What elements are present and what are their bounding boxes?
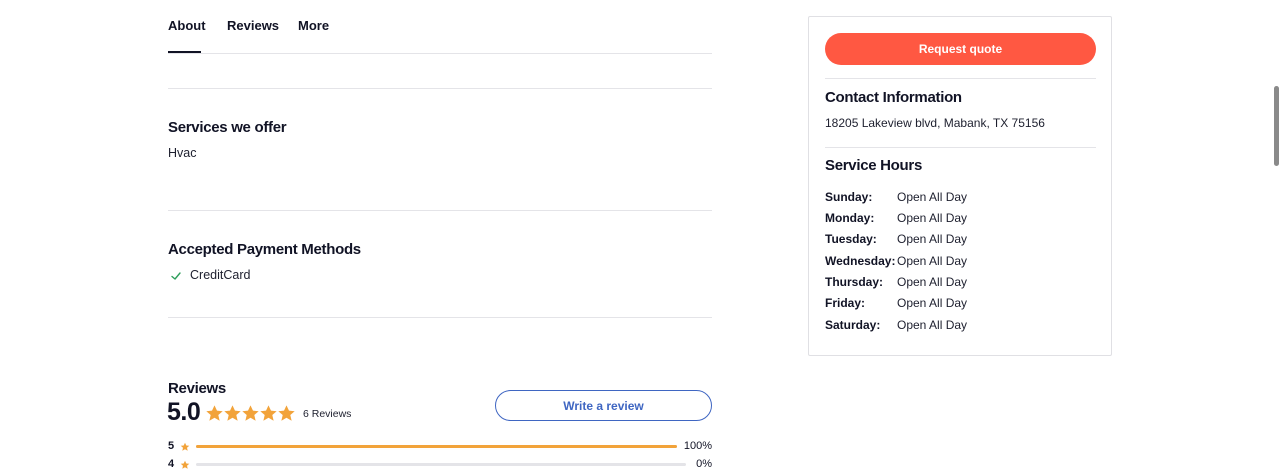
hours-day: Saturday: (825, 318, 881, 332)
distribution-star-label: 5 (168, 440, 175, 452)
services-title: Services we offer (168, 119, 287, 136)
star-icon (260, 405, 277, 421)
distribution-bar-fill (196, 445, 677, 448)
tab-more[interactable]: More (298, 18, 329, 33)
hours-row: Monday: Open All Day (825, 211, 1085, 227)
hours-value: Open All Day (897, 254, 968, 268)
distribution-bar (196, 445, 677, 448)
hours-row: Saturday: Open All Day (825, 318, 1085, 334)
tab-reviews[interactable]: Reviews (227, 18, 279, 33)
section-divider (168, 88, 712, 89)
hours-day: Wednesday: (825, 254, 896, 268)
distribution-percent: 0% (696, 458, 712, 470)
distribution-percent: 100% (683, 440, 712, 452)
card-divider (825, 147, 1096, 148)
hours-value: Open All Day (897, 296, 968, 310)
rating-distribution-row: 4 0% (168, 458, 712, 472)
hours-row: Sunday: Open All Day (825, 190, 1085, 206)
request-quote-button[interactable]: Request quote (825, 33, 1096, 65)
hours-value: Open All Day (897, 190, 968, 204)
tab-bar: About Reviews More (168, 0, 712, 54)
hours-day: Monday: (825, 211, 875, 225)
star-icon (206, 405, 223, 421)
distribution-star-label: 4 (168, 458, 175, 470)
star-icon (180, 442, 190, 451)
card-divider (825, 78, 1096, 79)
hours-row: Tuesday: Open All Day (825, 232, 1085, 248)
hours-value: Open All Day (897, 232, 968, 246)
average-rating: 5.0 (167, 398, 201, 426)
contact-information-title: Contact Information (825, 89, 962, 106)
star-icon (224, 405, 241, 421)
rating-stars (205, 404, 295, 424)
hours-value: Open All Day (897, 211, 968, 225)
tab-about[interactable]: About (168, 18, 206, 33)
write-review-button[interactable]: Write a review (495, 390, 712, 421)
section-divider (168, 317, 712, 318)
payment-methods-title: Accepted Payment Methods (168, 241, 361, 258)
rating-distribution-row: 5 100% (168, 440, 712, 454)
star-icon (242, 405, 259, 421)
page-scrollbar[interactable] (1272, 0, 1280, 466)
payment-method-item: CreditCard (190, 268, 251, 282)
hours-day: Tuesday: (825, 232, 877, 246)
business-address: 18205 Lakeview blvd, Mabank, TX 75156 (825, 116, 1045, 130)
hours-value: Open All Day (897, 318, 968, 332)
hours-day: Sunday: (825, 190, 873, 204)
reviews-title: Reviews (168, 380, 226, 397)
star-icon (180, 460, 190, 469)
business-info-card: Request quote Contact Information 18205 … (808, 16, 1112, 356)
active-tab-indicator (168, 51, 201, 53)
hours-day: Thursday: (825, 275, 884, 289)
service-item: Hvac (168, 146, 197, 160)
hours-value: Open All Day (897, 275, 968, 289)
service-hours-title: Service Hours (825, 157, 922, 174)
hours-row: Thursday: Open All Day (825, 275, 1085, 291)
scrollbar-thumb[interactable] (1274, 86, 1279, 166)
section-divider (168, 210, 712, 211)
check-icon (171, 272, 181, 280)
hours-row: Wednesday: Open All Day (825, 254, 1085, 270)
hours-row: Friday: Open All Day (825, 296, 1085, 312)
star-icon (278, 405, 295, 421)
review-count: 6 Reviews (303, 408, 352, 420)
hours-day: Friday: (825, 296, 866, 310)
